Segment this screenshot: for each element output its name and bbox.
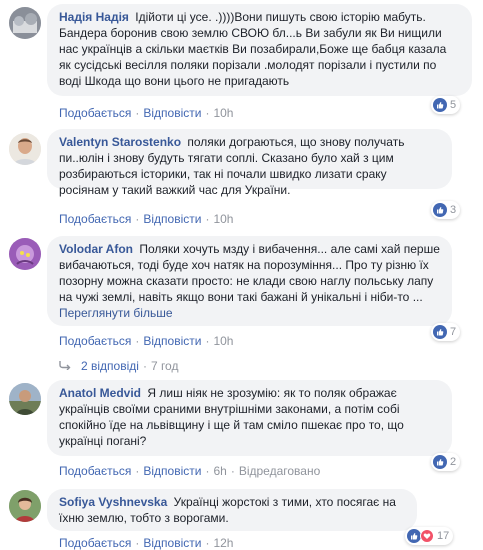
reaction-summary[interactable]: 5 <box>431 96 461 114</box>
like-link[interactable]: Подобається <box>59 464 131 478</box>
comment-author[interactable]: Volodar Afon <box>59 242 133 256</box>
comment-author[interactable]: Sofiya Vyshnevska <box>59 495 167 509</box>
reaction-count: 17 <box>437 530 450 542</box>
comment-time[interactable]: 10h <box>213 334 233 348</box>
comment-bubble: Надія Надія Ідійоти ці усе. .))))Вони пи… <box>47 4 472 96</box>
comment-actions: Подобається · Відповісти · 6h · Відредаговано <box>59 464 320 478</box>
separator-dot: · <box>230 464 235 478</box>
reaction-summary[interactable]: 2 <box>431 453 461 471</box>
separator-dot: · <box>135 106 140 120</box>
reaction-summary[interactable]: 17 <box>405 527 454 545</box>
comment-time[interactable]: 12h <box>213 536 233 550</box>
edited-label[interactable]: Відредаговано <box>239 464 320 478</box>
reaction-count: 3 <box>450 204 457 216</box>
reply-link[interactable]: Відповісти <box>143 464 201 478</box>
replies-time: 7 год <box>150 359 179 373</box>
love-icon <box>420 529 434 543</box>
like-icon <box>433 325 447 339</box>
separator-dot: · <box>135 536 140 550</box>
comment-author[interactable]: Надія Надія <box>59 10 129 24</box>
separator-dot: · <box>205 464 210 478</box>
comment-actions: Подобається · Відповісти · 10h <box>59 334 233 348</box>
separator-dot: · <box>135 464 140 478</box>
like-icon <box>433 203 447 217</box>
comment-actions: Подобається · Відповісти · 10h <box>59 106 233 120</box>
like-icon <box>407 529 421 543</box>
comment-author[interactable]: Anatol Medvid <box>59 386 141 400</box>
reply-link[interactable]: Відповісти <box>143 334 201 348</box>
comment-time[interactable]: 10h <box>213 212 233 226</box>
avatar[interactable] <box>9 490 41 522</box>
reply-link[interactable]: Відповісти <box>143 106 201 120</box>
comment-actions: Подобається · Відповісти · 12h <box>59 536 233 550</box>
reaction-count: 2 <box>450 456 457 468</box>
comment-time[interactable]: 6h <box>213 464 226 478</box>
separator-dot: · <box>205 536 210 550</box>
like-icon <box>433 98 447 112</box>
reaction-summary[interactable]: 3 <box>431 201 461 219</box>
comment-bubble: Anatol Medvid Я лиш ніяк не зрозумію: як… <box>47 380 452 456</box>
comment-bubble: Volodar Afon Поляки хочуть мзду і вибаче… <box>47 236 452 326</box>
view-replies[interactable]: 2 відповіді · 7 год <box>59 359 178 373</box>
comment-time[interactable]: 10h <box>213 106 233 120</box>
like-icon <box>433 455 447 469</box>
like-link[interactable]: Подобається <box>59 212 131 226</box>
reply-arrow-icon <box>59 359 71 373</box>
reaction-summary[interactable]: 7 <box>431 323 461 341</box>
like-link[interactable]: Подобається <box>59 106 131 120</box>
like-link[interactable]: Подобається <box>59 536 131 550</box>
avatar[interactable] <box>9 133 41 165</box>
comment-bubble: Valentyn Starostenko поляки дограються, … <box>47 129 452 197</box>
avatar[interactable] <box>9 383 41 415</box>
like-link[interactable]: Подобається <box>59 334 131 348</box>
comment-bubble: Sofiya Vyshnevska Українці жорстокі з ти… <box>47 489 417 531</box>
comment-author[interactable]: Valentyn Starostenko <box>59 135 181 149</box>
avatar[interactable] <box>9 7 41 39</box>
replies-count-link[interactable]: 2 відповіді <box>81 359 139 373</box>
comment-actions: Подобається · Відповісти · 10h <box>59 212 233 226</box>
reply-link[interactable]: Відповісти <box>143 536 201 550</box>
avatar[interactable] <box>9 238 41 270</box>
separator-dot: · <box>135 334 140 348</box>
separator-dot: · <box>135 212 140 226</box>
reaction-count: 7 <box>450 326 457 338</box>
reaction-count: 5 <box>450 99 457 111</box>
separator-dot: · <box>205 106 210 120</box>
separator-dot: · <box>142 359 147 373</box>
separator-dot: · <box>205 212 210 226</box>
reply-link[interactable]: Відповісти <box>143 212 201 226</box>
separator-dot: · <box>205 334 210 348</box>
see-more-link[interactable]: Переглянути більше <box>59 306 173 320</box>
